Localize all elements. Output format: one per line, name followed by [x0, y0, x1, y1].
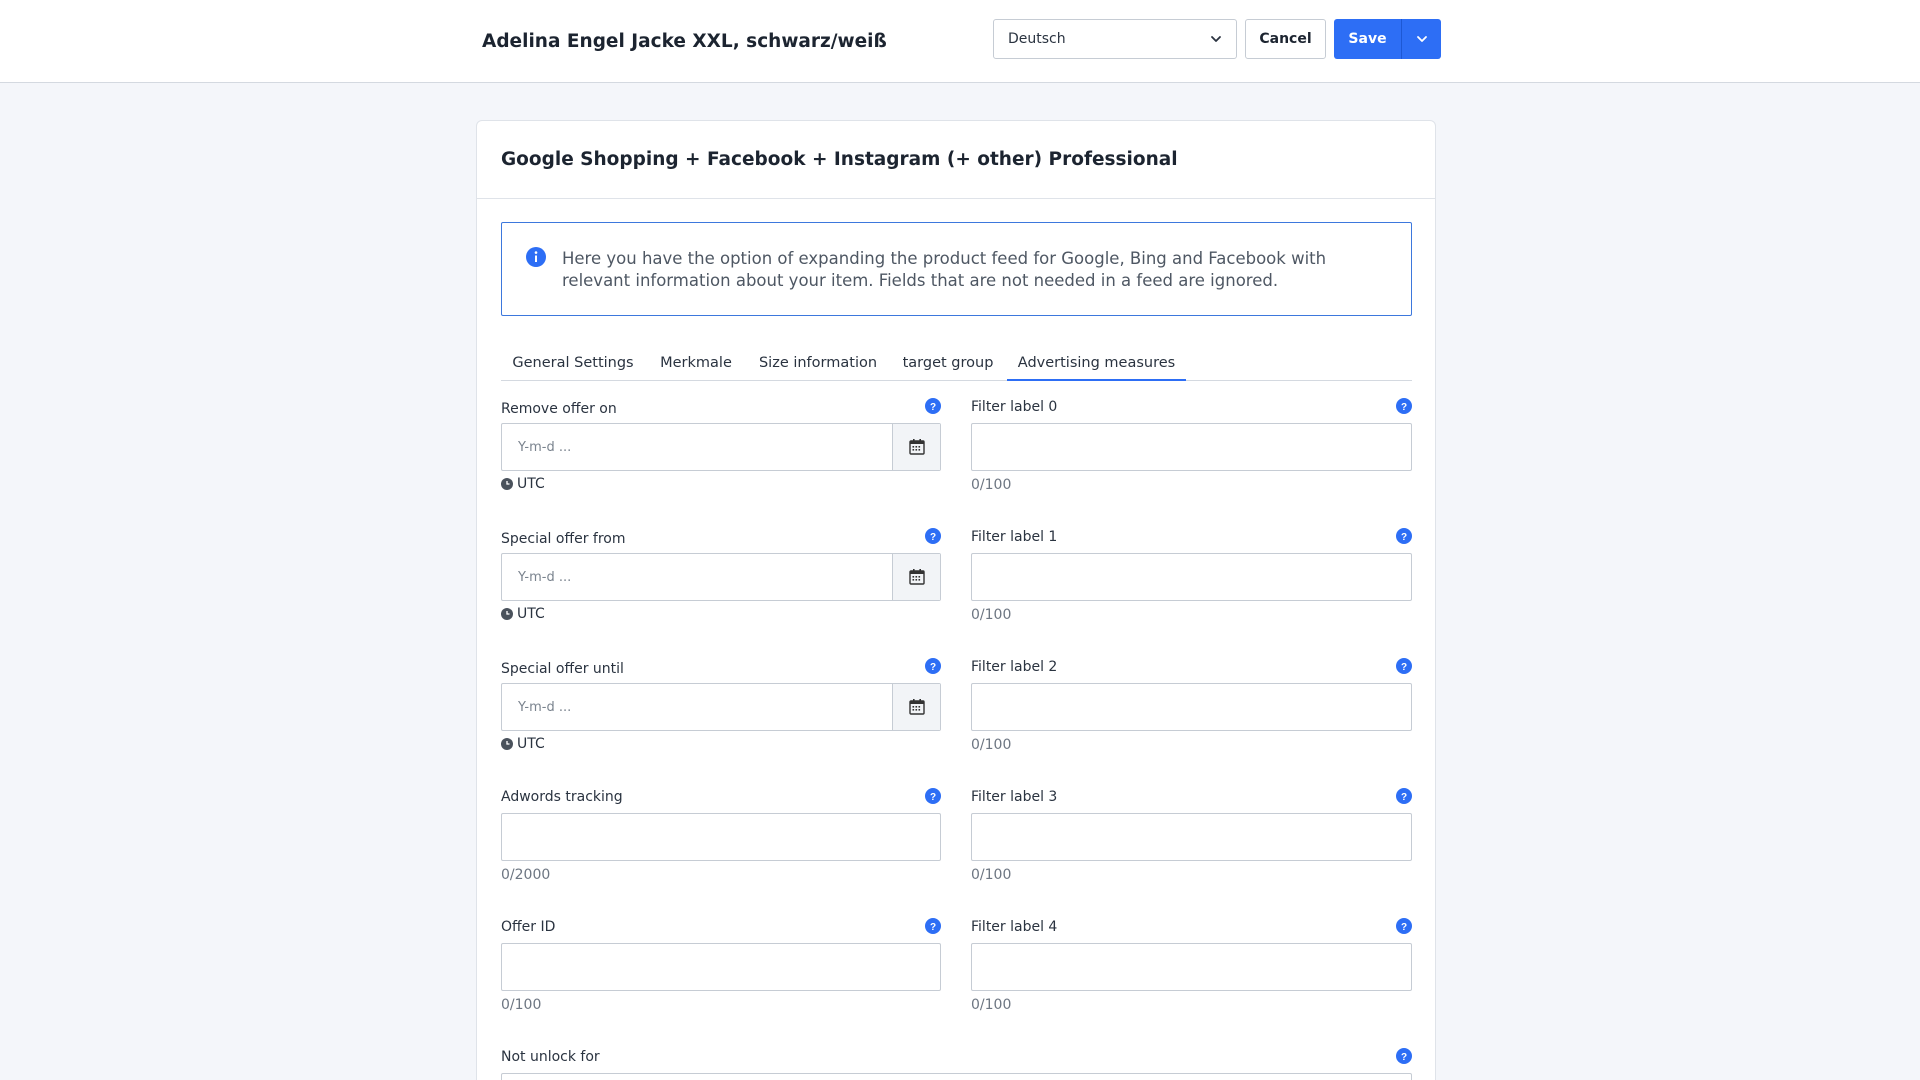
timezone-hint: UTC [501, 736, 545, 752]
calendar-icon [908, 699, 925, 715]
timezone-text: UTC [517, 736, 545, 752]
date-placeholder: Y-m-d ... [518, 700, 572, 715]
filter-label-4-counter: 0/100 [971, 997, 1012, 1013]
adwords-tracking-input[interactable] [501, 813, 941, 861]
tab-bar: General Settings Merkmale Size informati… [501, 347, 1412, 381]
timezone-hint: UTC [501, 606, 545, 622]
filter-label-4-input[interactable] [971, 943, 1412, 991]
calendar-icon [908, 439, 925, 455]
special-offer-from-label: Special offer from [501, 531, 626, 547]
filter-label-1-label: Filter label 1 [971, 529, 1058, 545]
not-unlock-select[interactable] [501, 1073, 1412, 1080]
svg-text:?: ? [930, 792, 936, 803]
save-button-group: Save [1334, 19, 1441, 59]
filter-label-0-counter: 0/100 [971, 477, 1012, 493]
info-icon [526, 247, 546, 267]
calendar-button[interactable] [892, 554, 940, 600]
chevron-down-icon [1416, 36, 1427, 42]
filter-label-4-label: Filter label 4 [971, 919, 1058, 935]
offer-id-counter: 0/100 [501, 997, 542, 1013]
svg-text:?: ? [930, 532, 936, 543]
cancel-button[interactable]: Cancel [1245, 19, 1326, 59]
filter-label-0-label: Filter label 0 [971, 399, 1058, 415]
svg-text:?: ? [1401, 792, 1407, 803]
svg-text:?: ? [1401, 662, 1407, 673]
svg-text:?: ? [930, 662, 936, 673]
adwords-tracking-label: Adwords tracking [501, 789, 623, 805]
calendar-button[interactable] [892, 684, 940, 730]
card-divider [477, 198, 1435, 199]
filter-label-2-counter: 0/100 [971, 737, 1012, 753]
help-icon[interactable]: ? [1396, 1048, 1412, 1064]
timezone-text: UTC [517, 606, 545, 622]
filter-label-1-input[interactable] [971, 553, 1412, 601]
help-icon[interactable]: ? [1396, 918, 1412, 934]
save-options-button[interactable] [1402, 19, 1441, 59]
help-icon[interactable]: ? [925, 398, 941, 414]
date-placeholder: Y-m-d ... [518, 570, 572, 585]
product-title: Adelina Engel Jacke XXL, schwarz/weiß [482, 31, 887, 52]
svg-text:?: ? [1401, 922, 1407, 933]
filter-label-2-label: Filter label 2 [971, 659, 1058, 675]
card-title: Google Shopping + Facebook + Instagram (… [501, 149, 1178, 170]
tab-merkmale[interactable]: Merkmale [645, 347, 747, 381]
filter-label-2-input[interactable] [971, 683, 1412, 731]
filter-label-3-input[interactable] [971, 813, 1412, 861]
language-select[interactable]: Deutsch [993, 19, 1237, 59]
clock-icon [501, 738, 513, 750]
tab-size-information[interactable]: Size information [747, 347, 889, 381]
help-icon[interactable]: ? [1396, 658, 1412, 674]
date-placeholder: Y-m-d ... [518, 440, 572, 455]
special-offer-from-date-input[interactable]: Y-m-d ... [501, 553, 941, 601]
calendar-button[interactable] [892, 424, 940, 470]
tab-general-settings[interactable]: General Settings [501, 347, 645, 381]
help-icon[interactable]: ? [925, 658, 941, 674]
help-icon[interactable]: ? [925, 788, 941, 804]
special-offer-until-date-input[interactable]: Y-m-d ... [501, 683, 941, 731]
filter-label-0-input[interactable] [971, 423, 1412, 471]
remove-offer-label: Remove offer on [501, 401, 617, 417]
help-icon[interactable]: ? [1396, 788, 1412, 804]
clock-icon [501, 608, 513, 620]
chevron-down-icon [1211, 36, 1221, 42]
filter-label-3-label: Filter label 3 [971, 789, 1058, 805]
info-alert: Here you have the option of expanding th… [501, 222, 1412, 316]
language-select-value: Deutsch [1008, 31, 1066, 47]
svg-text:?: ? [1401, 1052, 1407, 1063]
calendar-icon [908, 569, 925, 585]
help-icon[interactable]: ? [1396, 528, 1412, 544]
help-icon[interactable]: ? [925, 918, 941, 934]
offer-id-input[interactable] [501, 943, 941, 991]
top-bar: Adelina Engel Jacke XXL, schwarz/weiß De… [0, 0, 1920, 83]
not-unlock-label: Not unlock for [501, 1049, 600, 1065]
special-offer-until-label: Special offer until [501, 661, 624, 677]
svg-text:?: ? [930, 922, 936, 933]
adwords-tracking-counter: 0/2000 [501, 867, 551, 883]
tab-advertising-measures[interactable]: Advertising measures [1007, 347, 1186, 381]
timezone-text: UTC [517, 476, 545, 492]
svg-text:?: ? [1401, 402, 1407, 413]
timezone-hint: UTC [501, 476, 545, 492]
clock-icon [501, 478, 513, 490]
tab-target-group[interactable]: target group [889, 347, 1007, 381]
info-text: Here you have the option of expanding th… [562, 249, 1327, 290]
remove-offer-date-input[interactable]: Y-m-d ... [501, 423, 941, 471]
svg-text:?: ? [1401, 532, 1407, 543]
help-icon[interactable]: ? [925, 528, 941, 544]
plugin-card: Google Shopping + Facebook + Instagram (… [476, 120, 1436, 1080]
help-icon[interactable]: ? [1396, 398, 1412, 414]
filter-label-1-counter: 0/100 [971, 607, 1012, 623]
save-button[interactable]: Save [1334, 19, 1401, 59]
svg-text:?: ? [930, 402, 936, 413]
filter-label-3-counter: 0/100 [971, 867, 1012, 883]
offer-id-label: Offer ID [501, 919, 556, 935]
